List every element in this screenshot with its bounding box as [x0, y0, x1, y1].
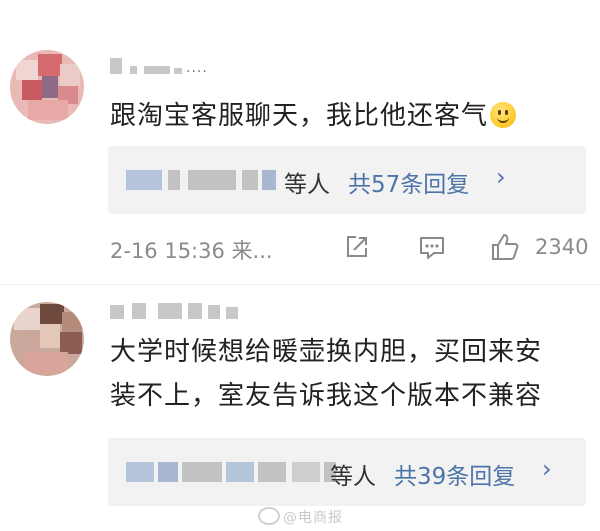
comment-text: 跟淘宝客服聊天，我比他还客气	[110, 94, 590, 138]
watermark: @电商报	[258, 507, 343, 527]
chevron-right-icon: ›	[496, 163, 506, 191]
comment-icon[interactable]	[418, 234, 446, 262]
replies-preview[interactable]: 等人 共39条回复 ›	[108, 438, 586, 506]
username-ellipsis: ....	[186, 60, 208, 76]
comment-text: 大学时候想给暖壶换内胆，买回来安 装不上，室友告诉我这个版本不兼容	[110, 330, 590, 418]
like-icon[interactable]	[490, 232, 520, 262]
reply-count-link[interactable]: 共57条回复	[348, 165, 469, 199]
chevron-right-icon: ›	[542, 455, 552, 483]
avatar[interactable]	[10, 50, 84, 124]
avatar[interactable]	[10, 302, 84, 376]
comment-text-line: 装不上，室友告诉我这个版本不兼容	[110, 381, 543, 411]
reply-count-link[interactable]: 共39条回复	[394, 457, 515, 491]
comment-meta: 2-16 15:36 来... 2340	[0, 230, 600, 266]
watermark-text: @电商报	[283, 510, 343, 526]
comment-item: 大学时候想给暖壶换内胆，买回来安 装不上，室友告诉我这个版本不兼容 等人 共39…	[0, 285, 600, 531]
timestamp: 2-16 15:36 来...	[110, 239, 273, 263]
smile-emoji-icon	[490, 102, 517, 128]
reply-users-suffix: 等人	[330, 464, 376, 490]
share-icon[interactable]	[344, 234, 370, 260]
comment-item: .... 跟淘宝客服聊天，我比他还客气 等人 共57条回复 › 2-16 15:…	[0, 0, 600, 285]
reply-users-suffix: 等人	[284, 172, 330, 198]
like-count: 2340	[535, 235, 589, 259]
replies-preview[interactable]: 等人 共57条回复 ›	[108, 146, 586, 214]
comment-text-line: 大学时候想给暖壶换内胆，买回来安	[110, 337, 543, 367]
weibo-logo-icon	[258, 507, 280, 525]
